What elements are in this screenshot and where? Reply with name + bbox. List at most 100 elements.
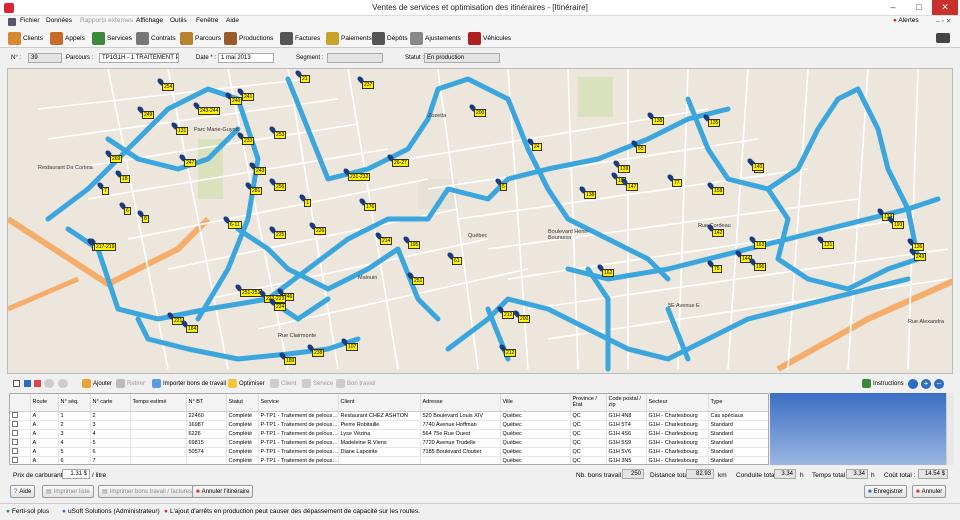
map-pin-label[interactable]: 193 bbox=[892, 221, 905, 229]
row-checkbox-cell[interactable] bbox=[10, 447, 31, 457]
map-pin-label[interactable]: 241 bbox=[242, 93, 255, 101]
grid-header[interactable]: Service bbox=[258, 394, 339, 412]
toolbar-ajustements-button[interactable]: Ajustements bbox=[410, 30, 461, 46]
map-pin-label[interactable]: 8 bbox=[142, 215, 149, 223]
map-pin-label[interactable]: 231-232 bbox=[348, 173, 371, 181]
view-icon[interactable] bbox=[58, 379, 68, 388]
map-pin-label[interactable]: 249 bbox=[914, 253, 927, 261]
map-pin-label[interactable]: 196 bbox=[754, 263, 767, 271]
map-pin-label[interactable]: 107 bbox=[346, 343, 359, 351]
map-pin-label[interactable]: 200 bbox=[474, 109, 487, 117]
grid-header[interactable]: N° BT bbox=[186, 394, 227, 412]
grid-header[interactable]: Code postal / zip bbox=[606, 394, 647, 412]
zoom-fit-icon[interactable] bbox=[908, 379, 918, 389]
maximize-button[interactable]: □ bbox=[906, 0, 932, 15]
prix-field[interactable]: 1.31 $ bbox=[62, 469, 90, 479]
map-pin-label[interactable]: 135 bbox=[708, 119, 721, 127]
instructions-button[interactable]: Instructions bbox=[862, 379, 904, 388]
annuler-button[interactable]: ■ Annuler bbox=[912, 485, 947, 498]
enregistrer-button[interactable]: ■ Enregistrer bbox=[864, 485, 907, 498]
date-field[interactable]: 1 mai 2013 bbox=[218, 53, 274, 63]
map-pin-label[interactable]: 212 bbox=[502, 311, 515, 319]
service-button[interactable]: Service bbox=[302, 379, 333, 388]
grid-header[interactable]: Secteur bbox=[646, 394, 709, 412]
map-pin-label[interactable]: 77 bbox=[672, 179, 682, 187]
statut-field[interactable]: En production bbox=[424, 53, 500, 63]
map-pin-label[interactable]: 131 bbox=[176, 127, 189, 135]
row-checkbox[interactable] bbox=[12, 420, 18, 427]
map-pin-label[interactable]: 176 bbox=[364, 203, 377, 211]
menu-affichage[interactable]: Affichage bbox=[136, 17, 163, 24]
map-pin-label[interactable]: 254 bbox=[162, 83, 175, 91]
toolbar-appels-button[interactable]: Appels bbox=[50, 30, 85, 46]
row-checkbox-cell[interactable] bbox=[10, 411, 31, 421]
map-pin-label[interactable]: 1 bbox=[304, 199, 311, 207]
map-pin-label[interactable]: 243 bbox=[254, 167, 267, 175]
grid-scrollbar[interactable] bbox=[946, 393, 954, 465]
retirer-button[interactable]: Retirer bbox=[116, 379, 145, 388]
aide-button[interactable]: ? Aide bbox=[10, 485, 36, 498]
table-row[interactable]: A 3 4 6226 Complété P-TP1 - Traitement de pel… bbox=[10, 429, 768, 439]
map-pin-label[interactable]: 243-244 bbox=[198, 107, 221, 115]
table-row[interactable]: A 5 6 50574 Complété P-TP1 - Traitement de pe… bbox=[10, 447, 768, 457]
table-row[interactable]: A 2 3 16987 Complété P-TP1 - Traitement de pe… bbox=[10, 420, 768, 430]
table-row[interactable]: A 1 2 22460 Complété P-TP1 - Traitement de pe… bbox=[10, 411, 768, 421]
table-row[interactable]: A 6 7 Complété P-TP1 - Traitement de pelous…… bbox=[10, 456, 768, 464]
map-pin-label[interactable]: 217-219 bbox=[94, 243, 117, 251]
map-pin-label[interactable]: 139 bbox=[618, 165, 631, 173]
grid-header[interactable]: Type bbox=[708, 394, 768, 412]
row-checkbox-cell[interactable] bbox=[10, 420, 31, 430]
menu-fichier[interactable]: Fichier bbox=[20, 17, 40, 24]
map-pin-label[interactable]: 189 bbox=[284, 357, 297, 365]
importer-button[interactable]: Importer bons de travail bbox=[152, 379, 226, 388]
map-pin-label[interactable]: 269 bbox=[110, 155, 123, 163]
grid-header[interactable]: Adresse bbox=[420, 394, 501, 412]
map-pin-label[interactable]: 195 bbox=[408, 241, 421, 249]
map-pin-label[interactable]: 163 bbox=[754, 241, 767, 249]
map-pin-label[interactable]: 226 bbox=[314, 227, 327, 235]
filter-icon[interactable] bbox=[44, 379, 54, 388]
select-all-checkbox[interactable] bbox=[13, 380, 20, 387]
grid-header[interactable]: Ville bbox=[500, 394, 571, 412]
toolbar-factures-button[interactable]: Factures bbox=[280, 30, 320, 46]
grid-header[interactable]: Statut bbox=[226, 394, 259, 412]
map-pin-label[interactable]: 18 bbox=[120, 175, 130, 183]
row-checkbox[interactable] bbox=[12, 411, 18, 418]
map-pin-label[interactable]: 251 bbox=[412, 277, 425, 285]
map-pin-label[interactable]: 225 bbox=[274, 231, 287, 239]
grid-icon[interactable] bbox=[24, 380, 31, 387]
toolbar-contrats-button[interactable]: Contrats bbox=[136, 30, 176, 46]
map-pin-label[interactable]: 75 bbox=[712, 265, 722, 273]
map-pin-label[interactable]: 147 bbox=[626, 183, 639, 191]
menu-outils[interactable]: Outils bbox=[170, 17, 187, 24]
grid-header[interactable]: Province / État bbox=[570, 394, 607, 412]
mdi-controls[interactable]: –▫✕ bbox=[936, 17, 953, 25]
alerts-button[interactable]: ● Alertes bbox=[893, 17, 919, 24]
map-pin-label[interactable]: 142 bbox=[712, 229, 725, 237]
toolbar-parcours-button[interactable]: Parcours bbox=[180, 30, 221, 46]
toolbar-productions-button[interactable]: Productions bbox=[224, 30, 273, 46]
zoom-out-icon[interactable]: – bbox=[934, 379, 944, 389]
route-map[interactable]: 238 189 237 162 225 269 249 240 243-244 241 253 21 2… bbox=[7, 68, 953, 374]
map-pin-label[interactable]: 184 bbox=[186, 325, 199, 333]
ajouter-button[interactable]: Ajouter bbox=[82, 379, 112, 388]
map-pin-label[interactable]: 55 bbox=[636, 145, 646, 153]
map-pin-label[interactable]: 249 bbox=[142, 111, 155, 119]
menu-rapports-externes[interactable]: Rapports externes bbox=[80, 17, 133, 24]
table-row[interactable]: A 4 5 69815 Complété P-TP1 - Traitement de pe… bbox=[10, 438, 768, 448]
no-field[interactable]: 39 bbox=[28, 53, 62, 63]
grid-header[interactable]: Temps estimé bbox=[130, 394, 187, 412]
map-pin-label[interactable]: 212 bbox=[504, 349, 517, 357]
minimize-button[interactable]: – bbox=[880, 0, 906, 15]
map-pin-label[interactable]: 140 bbox=[752, 163, 765, 171]
map-pin-label[interactable]: 61 bbox=[452, 257, 462, 265]
toolbar-depots-button[interactable]: Dépôts bbox=[372, 30, 408, 46]
keyboard-button[interactable] bbox=[936, 30, 950, 46]
map-pin-label[interactable]: 224 bbox=[274, 303, 287, 311]
map-pin-label[interactable]: 233 bbox=[242, 137, 255, 145]
map-pin-label[interactable]: 162 bbox=[602, 269, 615, 277]
toolbar-clients-button[interactable]: Clients bbox=[8, 30, 43, 46]
zoom-in-icon[interactable]: + bbox=[921, 379, 931, 389]
map-pin-label[interactable]: 131 bbox=[822, 241, 835, 249]
map-pin-label[interactable]: 138 bbox=[652, 117, 665, 125]
